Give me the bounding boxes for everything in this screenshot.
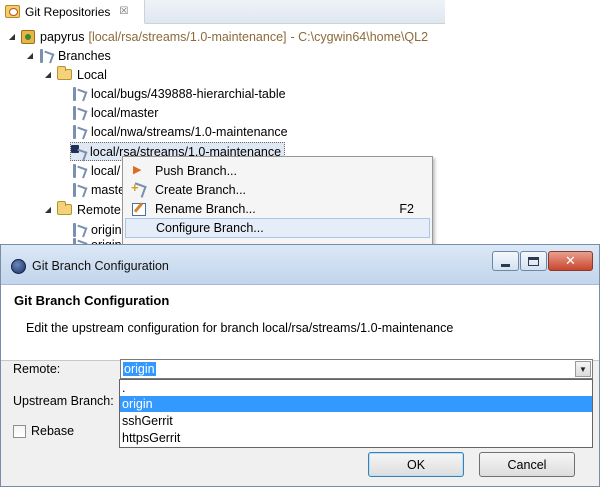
rebase-label[interactable]: Rebase	[31, 424, 74, 438]
branch-icon	[72, 86, 86, 101]
menu-item-label: Rename Branch...	[155, 202, 256, 216]
expand-arrow-icon[interactable]: ◢	[7, 32, 17, 41]
remote-label: Remote	[77, 202, 121, 217]
push-icon	[131, 163, 147, 178]
window-title: Git Branch Configuration	[32, 259, 169, 273]
branch-label: local/bugs/439888-hierarchial-table	[91, 86, 286, 101]
branch-icon	[72, 222, 86, 237]
tree-node-branches[interactable]: ◢ Branches	[25, 46, 111, 65]
dropdown-option[interactable]: httpsGerrit	[120, 430, 592, 446]
branch-configuration-dialog: Git Branch Configuration ✕ Git Branch Co…	[0, 244, 600, 487]
eclipse-icon	[11, 259, 26, 274]
tab-label: Git Repositories	[25, 4, 111, 19]
ok-button[interactable]: OK	[368, 452, 464, 477]
repository-branch: [local/rsa/streams/1.0-maintenance]	[88, 29, 287, 44]
dialog-title-bar[interactable]: Git Branch Configuration ✕	[1, 245, 599, 285]
branch-label: origin	[91, 222, 122, 237]
expand-arrow-icon[interactable]: ◢	[43, 205, 53, 214]
tree-node-remote-branch[interactable]: origin	[72, 220, 122, 239]
minimize-button[interactable]	[492, 251, 519, 271]
remote-combo[interactable]: origin ▼	[120, 359, 593, 379]
chevron-down-icon[interactable]: ▼	[575, 361, 591, 377]
menu-item-label: Configure Branch...	[156, 221, 264, 235]
dialog-description: Edit the upstream configuration for bran…	[26, 321, 454, 335]
tree-node-branch[interactable]: local/nwa/streams/1.0-maintenance	[72, 122, 288, 141]
remote-label: Remote:	[13, 362, 61, 376]
context-menu: Push Branch... Create Branch... Rename B…	[122, 156, 433, 248]
close-button[interactable]: ✕	[548, 251, 593, 271]
close-icon: ✕	[565, 253, 576, 268]
local-label: Local	[77, 67, 107, 82]
branch-icon	[72, 124, 86, 139]
maximize-icon	[528, 256, 539, 266]
branch-icon	[72, 182, 86, 197]
branch-label: local/nwa/streams/1.0-maintenance	[91, 124, 288, 139]
tree-node-branch[interactable]: local/	[72, 161, 120, 180]
dialog-heading: Git Branch Configuration	[14, 293, 170, 308]
expand-arrow-icon[interactable]: ◢	[43, 70, 53, 79]
create-branch-icon	[131, 180, 147, 197]
dropdown-option-selected[interactable]: origin	[120, 396, 592, 412]
remote-combo-value: origin	[123, 362, 156, 376]
folder-icon	[57, 66, 72, 80]
checked-out-branch-icon	[71, 144, 85, 159]
cancel-button[interactable]: Cancel	[479, 452, 575, 477]
tree-node-branch[interactable]: local/bugs/439888-hierarchial-table	[72, 84, 286, 103]
dropdown-option[interactable]: .	[120, 380, 592, 396]
branch-label: local/master	[91, 105, 159, 120]
menu-item-rename-branch[interactable]: Rename Branch... F2	[125, 199, 430, 219]
blank-icon	[132, 221, 148, 235]
menu-item-label: Create Branch...	[155, 183, 247, 197]
branch-label: local/	[91, 163, 121, 178]
maximize-button[interactable]	[520, 251, 547, 271]
tree-node-local[interactable]: ◢ Local	[43, 65, 107, 84]
dropdown-option[interactable]: sshGerrit	[120, 413, 592, 429]
rebase-checkbox[interactable]	[13, 425, 26, 438]
branches-label: Branches	[58, 48, 111, 63]
menu-item-configure-branch[interactable]: Configure Branch...	[125, 218, 430, 238]
tree-node-branch[interactable]: local/master	[72, 103, 158, 122]
menu-item-label: Push Branch...	[155, 164, 237, 178]
expand-arrow-icon[interactable]: ◢	[25, 51, 35, 60]
upstream-branch-label: Upstream Branch:	[13, 394, 114, 408]
repository-name: papyrus	[40, 29, 85, 44]
tree-node-repository[interactable]: ◢ papyrus [local/rsa/streams/1.0-mainten…	[7, 27, 428, 46]
tree-node-branch[interactable]: maste	[72, 180, 125, 199]
git-repositories-icon	[5, 5, 20, 18]
menu-item-push-branch[interactable]: Push Branch...	[125, 161, 430, 181]
git-repositories-tab[interactable]: Git Repositories ☒	[0, 0, 145, 24]
menu-item-create-branch[interactable]: Create Branch...	[125, 180, 430, 200]
branch-icon	[72, 163, 86, 178]
branch-label: maste	[91, 182, 126, 197]
dialog-header: Git Branch Configuration Edit the upstre…	[1, 285, 599, 361]
tree-node-remote[interactable]: ◢ Remote	[43, 200, 121, 219]
minimize-icon	[501, 263, 510, 267]
branch-icon	[72, 105, 86, 120]
rename-icon	[131, 202, 147, 216]
remote-dropdown-list: . origin sshGerrit httpsGerrit	[119, 379, 593, 448]
folder-icon	[57, 201, 72, 215]
menu-shortcut: F2	[399, 202, 414, 216]
close-icon[interactable]: ☒	[119, 6, 128, 17]
repository-icon	[21, 29, 35, 44]
repository-path: - C:\cygwin64\home\QL2	[290, 29, 429, 44]
branches-icon	[39, 48, 53, 63]
